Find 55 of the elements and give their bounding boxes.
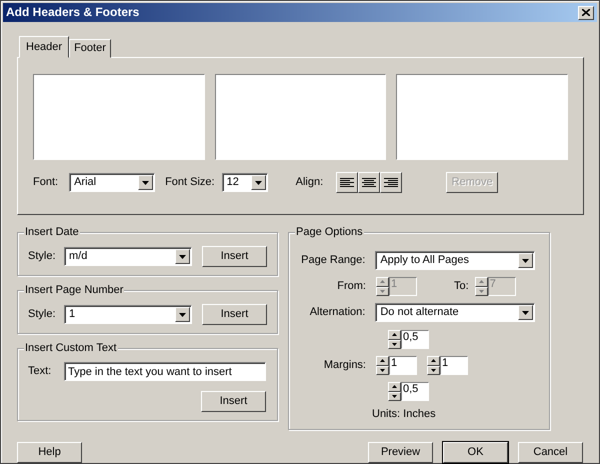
page-number-style-dropdown[interactable]: 1	[64, 305, 192, 324]
window-title: Add Headers & Footers	[6, 5, 140, 20]
date-style-dropdown[interactable]: m/d	[64, 247, 192, 266]
spin-buttons[interactable]	[388, 382, 401, 402]
insert-button[interactable]: Insert	[201, 391, 266, 412]
spin-buttons[interactable]	[376, 356, 389, 376]
group-title: Page Options	[295, 226, 364, 240]
align-center-button[interactable]	[358, 172, 380, 194]
dialog-button[interactable]: Preview	[368, 442, 433, 464]
dialog-button[interactable]: Help	[17, 442, 82, 464]
font-dropdown[interactable]: Arial	[69, 173, 156, 192]
spin-buttons[interactable]	[376, 277, 389, 296]
field-label: Margins:	[322, 359, 366, 372]
alternation-dropdown[interactable]: Do not alternate	[375, 303, 535, 322]
dropdown-arrow-icon	[142, 180, 150, 185]
dropdown-arrow-icon	[179, 254, 186, 259]
group-title: Insert Page Number	[24, 284, 124, 298]
page-range-dropdown[interactable]: Apply to All Pages	[375, 251, 535, 270]
tab[interactable]: Header	[19, 36, 70, 58]
align-center-icon	[362, 178, 376, 188]
spin-buttons[interactable]	[388, 330, 401, 350]
insert-button[interactable]: Insert	[202, 304, 267, 326]
field-label: Page Range:	[300, 254, 366, 268]
dialog-button[interactable]: OK	[443, 442, 508, 464]
dropdown-arrow-icon	[179, 312, 186, 317]
dropdown-arrow-icon	[522, 258, 529, 263]
insert-button[interactable]: Insert	[202, 246, 267, 268]
tab[interactable]: Footer	[69, 39, 111, 58]
spin-field[interactable]: 0,5	[401, 382, 429, 402]
dropdown-arrow-icon	[522, 310, 529, 315]
dialog-button[interactable]: Cancel	[518, 442, 583, 464]
field-label: Style:	[28, 250, 57, 264]
spin-field[interactable]: 0,5	[401, 330, 429, 350]
spin-field[interactable]: 1	[389, 356, 417, 376]
field-label: Align:	[296, 176, 324, 190]
field-label: Style:	[28, 308, 57, 322]
align-right-icon	[384, 178, 398, 188]
spin-buttons[interactable]	[427, 356, 440, 376]
field-label: Font Size:	[165, 176, 215, 190]
units-label: Units: Inches	[372, 408, 437, 422]
text-field[interactable]: Type in the text you want to insert	[64, 362, 266, 382]
align-left-icon	[340, 178, 354, 188]
field-label: To:	[454, 280, 469, 294]
field-label: From:	[336, 280, 366, 294]
spin-buttons[interactable]	[474, 277, 488, 296]
close-icon	[582, 9, 590, 16]
field-label: Text:	[28, 365, 52, 378]
font-size-dropdown[interactable]: 12	[222, 173, 268, 192]
align-right-button[interactable]	[380, 172, 402, 194]
field-label: Alternation:	[308, 306, 366, 320]
field-label: Font:	[33, 176, 58, 190]
close-button[interactable]	[578, 6, 594, 20]
spin-field[interactable]: 1	[440, 356, 468, 376]
dropdown-arrow-icon	[254, 180, 262, 185]
align-left-button[interactable]	[336, 172, 358, 194]
